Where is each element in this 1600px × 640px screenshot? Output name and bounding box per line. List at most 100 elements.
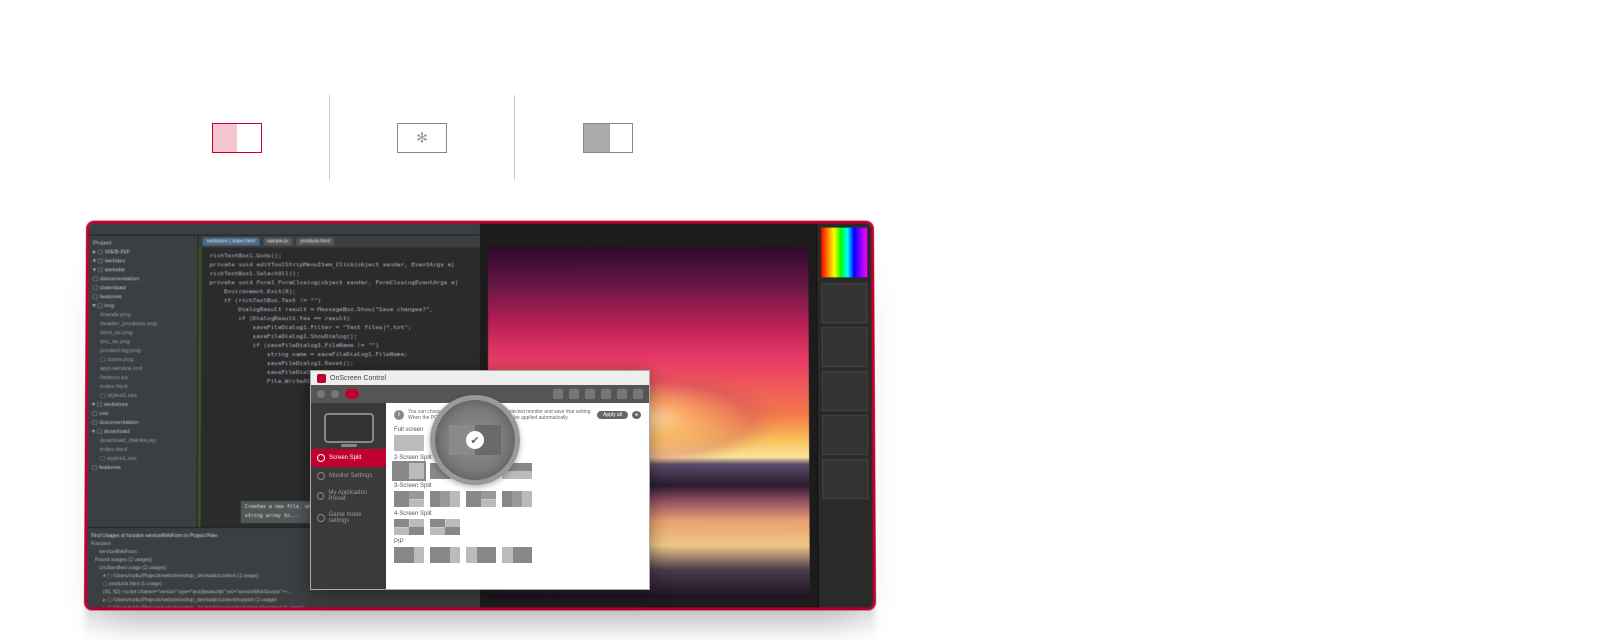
tree-file[interactable]: index.html	[92, 383, 193, 392]
image-editor-panels[interactable]	[816, 224, 873, 608]
tree-folder[interactable]: ▢ documentation	[92, 419, 193, 428]
menu-screen-split[interactable]: Screen Split	[311, 449, 386, 467]
info-icon: i	[394, 410, 404, 420]
layout-pip-c[interactable]	[466, 547, 496, 563]
layout-pip-a[interactable]	[394, 547, 424, 563]
tree-folder[interactable]: ▾ ▢ website	[93, 266, 194, 275]
tree-file[interactable]: download_thanks.jsp	[92, 437, 193, 446]
layout-3a[interactable]	[394, 491, 424, 507]
toolbar-control[interactable]	[601, 389, 611, 399]
tree-folder[interactable]: ▢ css	[92, 410, 193, 419]
code-line: if (saveFileDialog1.FileName != "")	[209, 341, 472, 350]
nav-back-icon[interactable]	[317, 390, 325, 398]
editor-tab[interactable]: products.html	[296, 238, 334, 246]
layout-full[interactable]	[394, 435, 424, 451]
editor-tab[interactable]: sample.js	[263, 238, 292, 246]
apply-all-button[interactable]: Apply all	[597, 411, 628, 419]
layout-2-half[interactable]	[394, 463, 424, 479]
adjustments-panel[interactable]	[822, 327, 868, 367]
tree-file[interactable]: app-service.xml	[92, 365, 193, 374]
layout-pip-d[interactable]	[502, 547, 532, 563]
panel-title: Project	[93, 240, 194, 249]
editor-tab[interactable]: webstorm | index.html	[203, 238, 259, 246]
code-line: string name = saveFileDialog1.FileName;	[209, 350, 472, 359]
history-panel[interactable]	[822, 415, 868, 455]
tree-folder[interactable]: ▢ download	[93, 284, 194, 293]
tree-folder[interactable]: ▾ ▢ img	[93, 302, 194, 311]
brand-icon	[317, 374, 326, 383]
tree-file[interactable]: favicon.ico	[92, 374, 193, 383]
tree-file[interactable]: index.html	[92, 446, 193, 455]
navigator-panel[interactable]	[822, 459, 868, 499]
apply-round-button[interactable]: ●	[632, 411, 641, 419]
section-four: 4-Screen Split	[394, 511, 641, 517]
magnified-layout: ✔	[449, 425, 501, 455]
code-line: if (DialogResult.Yes == result)	[209, 314, 472, 323]
code-line: saveFileDialog1.Filter = "Text files|*.t…	[209, 323, 472, 332]
layout-3b[interactable]	[430, 491, 460, 507]
toolbar-control[interactable]	[633, 389, 643, 399]
section-two: 2-Screen Split	[394, 455, 641, 461]
tree-file[interactable]: ▢ icons.png	[92, 356, 193, 365]
code-line: DialogResult result = MessageBox.Show("S…	[209, 305, 472, 314]
tree-folder[interactable]: ▢ features	[92, 464, 193, 473]
color-swatches[interactable]	[821, 228, 867, 278]
tree-folder[interactable]: ▢ features	[93, 293, 194, 302]
code-line: private void editToolStripMenuItem_Click…	[210, 260, 472, 269]
code-line: richTextBox1.Undo();	[210, 251, 472, 260]
layout-3c[interactable]	[466, 491, 496, 507]
menu-game-mode[interactable]: Game mode settings	[311, 507, 386, 529]
layout-3d[interactable]	[502, 491, 532, 507]
toolbar-control[interactable]	[569, 389, 579, 399]
tree-file[interactable]: header_products.png	[92, 320, 193, 329]
toolbar-control[interactable]	[553, 389, 563, 399]
code-line: private void Form1_FormClosing(object se…	[209, 278, 472, 287]
layers-panel[interactable]	[821, 283, 867, 323]
layout-4b[interactable]	[430, 519, 460, 535]
dialog-title: OnScreen Control	[330, 375, 386, 382]
code-line: richTextBox1.SelectAll();	[210, 269, 472, 278]
monitor-icon	[324, 413, 374, 443]
tree-folder[interactable]: ▾ ▢ download	[92, 428, 193, 437]
gray-split-icon	[583, 123, 633, 153]
layout-pip-b[interactable]	[430, 547, 460, 563]
feature-tabs	[145, 95, 700, 180]
menu-app-preset[interactable]: My Application Preset	[311, 485, 386, 507]
tree-file[interactable]: product-bg.png	[92, 347, 193, 356]
tree-file[interactable]: brands.png	[93, 311, 194, 320]
code-line: saveFileDialog1.ShowDialog();	[209, 332, 472, 341]
eye-icon[interactable]	[345, 389, 359, 399]
editor-tabs[interactable]: webstorm | index.html sample.js products…	[199, 236, 480, 248]
check-icon: ✔	[466, 431, 484, 449]
project-tree[interactable]: Project ▸ ▢ WEB-INF▾ ▢ webdev ▾ ▢ websit…	[87, 236, 198, 528]
monitor-reflection	[85, 607, 875, 637]
ide-menubar[interactable]	[89, 224, 480, 236]
tab-gray-split[interactable]	[515, 95, 700, 180]
code-line: if (richTextBox.Text != "")	[209, 296, 472, 305]
dialog-titlebar[interactable]: OnScreen Control	[311, 371, 649, 385]
tree-folder[interactable]: ▸ ▢ WEB-INF	[93, 248, 194, 257]
split-icon	[212, 123, 262, 153]
tree-file[interactable]: ▢ styles1.css	[92, 392, 193, 401]
toolbar-control[interactable]	[617, 389, 627, 399]
tree-file[interactable]: ▢ styles1.css	[92, 455, 193, 464]
loading-icon	[397, 123, 447, 153]
tab-screen-split[interactable]	[145, 95, 330, 180]
tab-loading[interactable]	[330, 95, 515, 180]
properties-panel[interactable]	[822, 371, 868, 411]
tree-folder[interactable]: ▾ ▢ webdev	[93, 257, 194, 266]
tree-file[interactable]: pro_sc.png	[92, 338, 193, 347]
section-three: 3-Screen Split	[394, 483, 641, 489]
usage-row[interactable]: ▸ ▢ /Users/mpku/Projects/website/eshop_d…	[103, 596, 476, 604]
nav-fwd-icon[interactable]	[331, 390, 339, 398]
tree-folder[interactable]: ▢ documentation	[93, 275, 194, 284]
tree-file[interactable]: html_sc.png	[92, 329, 193, 338]
magnifier-overlay: ✔	[430, 395, 520, 485]
layout-4a[interactable]	[394, 519, 424, 535]
code-line: Environment.Exit(0);	[209, 287, 472, 296]
tree-folder[interactable]: ▾ ▢ webstore	[92, 401, 193, 410]
section-pip: PIP	[394, 539, 641, 545]
menu-monitor-settings[interactable]: Monitor Settings	[311, 467, 386, 485]
toolbar-control[interactable]	[585, 389, 595, 399]
image-editor-toolbar[interactable]	[480, 224, 816, 238]
